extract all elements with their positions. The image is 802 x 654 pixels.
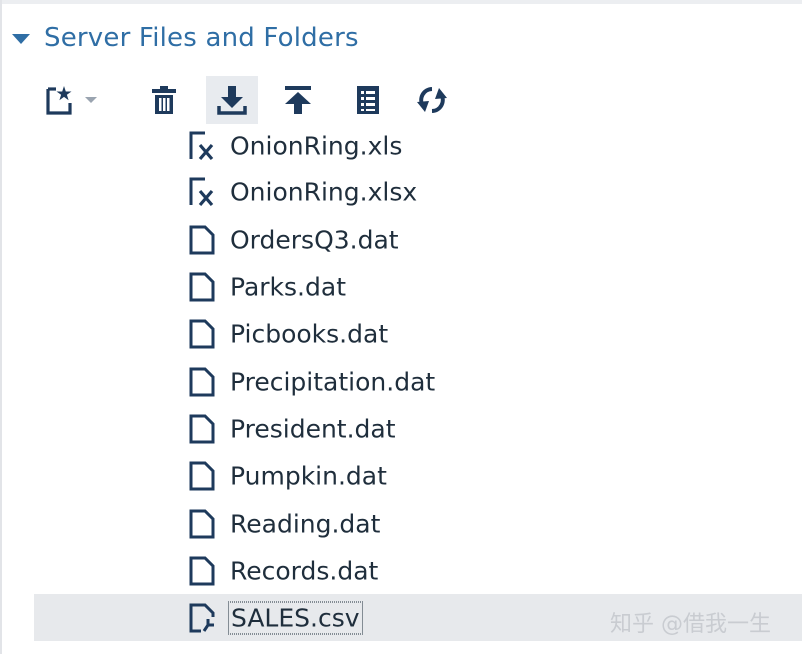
file-icon [188, 461, 216, 491]
file-name: Picbooks.dat [230, 319, 389, 348]
section-title: Server Files and Folders [44, 23, 359, 53]
file-name: SALES.csv [228, 601, 363, 634]
file-row[interactable]: Picbooks.dat [34, 310, 802, 357]
file-icon [188, 272, 216, 302]
properties-button[interactable] [342, 76, 394, 124]
file-name: Pumpkin.dat [230, 461, 387, 490]
file-name: Precipitation.dat [230, 367, 436, 396]
chevron-down-icon [85, 97, 97, 103]
download-button[interactable] [206, 76, 258, 124]
upload-button[interactable] [272, 76, 324, 124]
panel-top-border [2, 0, 802, 4]
file-icon [188, 556, 216, 586]
file-icon [188, 367, 216, 397]
file-row[interactable]: Records.dat [34, 547, 802, 594]
file-name: OnionRing.xls [230, 131, 403, 160]
file-name: OnionRing.xlsx [230, 177, 418, 206]
list-icon [357, 86, 379, 114]
file-row[interactable]: Reading.dat [34, 500, 802, 547]
watermark: 知乎 @借我一生 [610, 612, 771, 637]
file-row[interactable]: OnionRing.xls [34, 126, 802, 169]
file-row[interactable]: OrdersQ3.dat [34, 216, 802, 263]
caret-down-icon[interactable] [12, 34, 30, 44]
refresh-button[interactable] [406, 76, 458, 124]
download-icon [217, 86, 247, 115]
file-icon [188, 225, 216, 255]
csv-file-icon [188, 603, 216, 633]
upload-icon [285, 86, 311, 114]
section-header[interactable]: Server Files and Folders [12, 18, 359, 58]
file-icon [188, 414, 216, 444]
delete-button[interactable] [138, 76, 190, 124]
file-icon [188, 509, 216, 539]
new-file-icon [46, 86, 97, 115]
refresh-icon [417, 87, 447, 113]
new-menu-button[interactable] [40, 76, 106, 124]
file-row[interactable]: OnionRing.xlsx [34, 168, 802, 215]
file-name: OrdersQ3.dat [230, 225, 399, 254]
file-name: Reading.dat [230, 509, 381, 538]
file-name: Parks.dat [230, 272, 346, 301]
toolbar [40, 76, 480, 126]
excel-file-icon [188, 131, 216, 161]
file-row[interactable]: Parks.dat [34, 263, 802, 310]
file-tree: OnionRing.xls OnionRing.xlsx OrdersQ3.dat P… [2, 126, 802, 654]
excel-file-icon [188, 177, 216, 207]
file-row[interactable]: Pumpkin.dat [34, 452, 802, 499]
file-row[interactable]: Precipitation.dat [34, 358, 802, 405]
file-row[interactable]: President.dat [34, 405, 802, 452]
file-name: Records.dat [230, 556, 379, 585]
server-files-panel: Server Files and Folders OnionRing.xls O… [0, 0, 802, 654]
file-icon [188, 319, 216, 349]
trash-icon [152, 86, 176, 114]
file-name: President.dat [230, 414, 396, 443]
